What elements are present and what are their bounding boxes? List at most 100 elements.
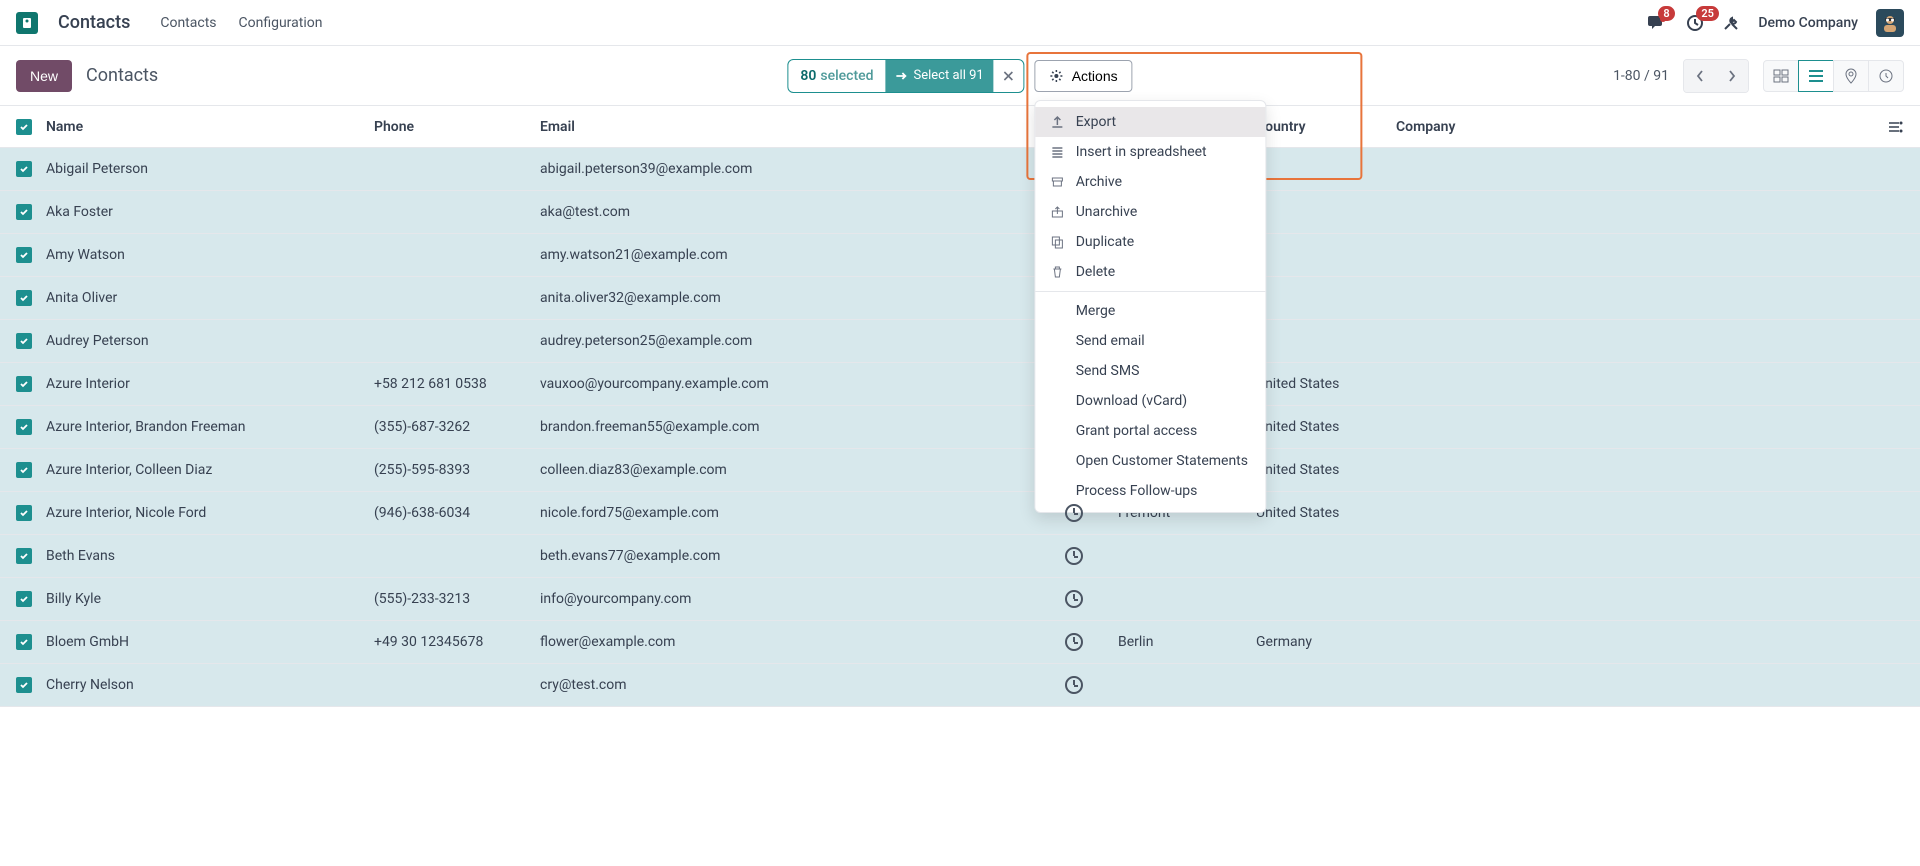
table-row[interactable]: Cherry Nelson cry@test.com: [0, 664, 1920, 707]
activity-clock-icon[interactable]: [1065, 504, 1083, 522]
app-title: Contacts: [58, 12, 130, 33]
row-checkbox[interactable]: [16, 290, 32, 306]
view-activity[interactable]: [1868, 60, 1904, 92]
cell-city: Berlin: [1118, 634, 1256, 650]
action-unarchive[interactable]: Unarchive: [1036, 197, 1266, 227]
table-row[interactable]: Azure Interior, Colleen Diaz (255)-595-8…: [0, 449, 1920, 492]
cell-name: Azure Interior, Colleen Diaz: [46, 462, 374, 478]
actions-dropdown: Export Insert in spreadsheet Archive Una…: [1035, 100, 1267, 513]
row-checkbox[interactable]: [16, 677, 32, 693]
selection-pill: 80selected Select all 91: [787, 59, 1024, 93]
row-checkbox[interactable]: [16, 548, 32, 564]
row-checkbox[interactable]: [16, 247, 32, 263]
app-logo[interactable]: [16, 12, 38, 34]
gear-icon: [1050, 69, 1064, 83]
action-send-email[interactable]: Send email: [1036, 326, 1266, 356]
action-archive[interactable]: Archive: [1036, 167, 1266, 197]
cell-email: anita.oliver32@example.com: [540, 290, 1030, 306]
action-duplicate[interactable]: Duplicate: [1036, 227, 1266, 257]
action-process-followups[interactable]: Process Follow-ups: [1036, 476, 1266, 506]
dropdown-separator: [1036, 291, 1266, 292]
cell-email: aka@test.com: [540, 204, 1030, 220]
activity-clock-icon[interactable]: [1065, 590, 1083, 608]
row-checkbox[interactable]: [16, 204, 32, 220]
row-checkbox[interactable]: [16, 634, 32, 650]
activity-clock-icon[interactable]: [1065, 676, 1083, 694]
table-row[interactable]: Aka Foster aka@test.com: [0, 191, 1920, 234]
company-name[interactable]: Demo Company: [1758, 15, 1858, 31]
clear-selection[interactable]: [994, 60, 1024, 92]
table-row[interactable]: Billy Kyle (555)-233-3213 info@yourcompa…: [0, 578, 1920, 621]
view-map[interactable]: [1833, 60, 1869, 92]
cell-name: Bloem GmbH: [46, 634, 374, 650]
nav-configuration[interactable]: Configuration: [239, 15, 323, 31]
pager-text[interactable]: 1-80 / 91: [1613, 68, 1669, 84]
pager-next[interactable]: [1716, 60, 1748, 92]
cell-name: Audrey Peterson: [46, 333, 374, 349]
row-checkbox[interactable]: [16, 333, 32, 349]
table-row[interactable]: Audrey Peterson audrey.peterson25@exampl…: [0, 320, 1920, 363]
archive-icon: [1050, 175, 1066, 189]
action-download-vcard[interactable]: Download (vCard): [1036, 386, 1266, 416]
row-checkbox[interactable]: [16, 419, 32, 435]
cell-phone: (255)-595-8393: [374, 462, 540, 478]
column-phone[interactable]: Phone: [374, 119, 540, 135]
cell-name: Azure Interior, Nicole Ford: [46, 505, 374, 521]
column-email[interactable]: Email: [540, 119, 1030, 135]
actions-button[interactable]: Actions: [1035, 60, 1133, 92]
avatar[interactable]: [1876, 9, 1904, 37]
table-row[interactable]: Beth Evans beth.evans77@example.com: [0, 535, 1920, 578]
cell-email: amy.watson21@example.com: [540, 247, 1030, 263]
export-icon: [1050, 115, 1066, 129]
breadcrumb: Contacts: [86, 65, 158, 86]
action-insert-spreadsheet[interactable]: Insert in spreadsheet: [1036, 137, 1266, 167]
row-checkbox[interactable]: [16, 161, 32, 177]
cell-email: flower@example.com: [540, 634, 1030, 650]
selection-count: 80selected: [788, 68, 885, 84]
cell-country: United States: [1256, 376, 1396, 392]
cell-email: vauxoo@yourcompany.example.com: [540, 376, 1030, 392]
cell-country: United States: [1256, 505, 1396, 521]
cell-email: cry@test.com: [540, 677, 1030, 693]
column-company[interactable]: Company: [1396, 119, 1874, 135]
column-country[interactable]: Country: [1256, 119, 1396, 135]
row-checkbox[interactable]: [16, 376, 32, 392]
cell-name: Aka Foster: [46, 204, 374, 220]
table-row[interactable]: Bloem GmbH +49 30 12345678 flower@exampl…: [0, 621, 1920, 664]
view-list[interactable]: [1798, 60, 1834, 92]
cell-email: audrey.peterson25@example.com: [540, 333, 1030, 349]
action-merge[interactable]: Merge: [1036, 296, 1266, 326]
table-row[interactable]: Azure Interior, Brandon Freeman (355)-68…: [0, 406, 1920, 449]
table-row[interactable]: Amy Watson amy.watson21@example.com: [0, 234, 1920, 277]
column-settings-icon[interactable]: [1874, 120, 1904, 134]
action-send-sms[interactable]: Send SMS: [1036, 356, 1266, 386]
table-row[interactable]: Anita Oliver anita.oliver32@example.com: [0, 277, 1920, 320]
row-checkbox[interactable]: [16, 505, 32, 521]
cell-country: Germany: [1256, 634, 1396, 650]
action-export[interactable]: Export: [1036, 107, 1266, 137]
action-open-statements[interactable]: Open Customer Statements: [1036, 446, 1266, 476]
column-name[interactable]: Name: [46, 119, 374, 135]
tools-icon[interactable]: [1722, 14, 1740, 32]
table-header: Name Phone Email City Country Company: [0, 106, 1920, 148]
activities-icon[interactable]: 25: [1686, 14, 1704, 32]
messages-icon[interactable]: 8: [1648, 14, 1668, 32]
row-checkbox[interactable]: [16, 591, 32, 607]
action-delete[interactable]: Delete: [1036, 257, 1266, 287]
cell-country: United States: [1256, 462, 1396, 478]
row-checkbox[interactable]: [16, 462, 32, 478]
activity-clock-icon[interactable]: [1065, 633, 1083, 651]
table-row[interactable]: Azure Interior +58 212 681 0538 vauxoo@y…: [0, 363, 1920, 406]
table-row[interactable]: Abigail Peterson abigail.peterson39@exam…: [0, 148, 1920, 191]
select-all-button[interactable]: Select all 91: [886, 60, 994, 92]
view-kanban[interactable]: [1763, 60, 1799, 92]
select-all-checkbox[interactable]: [16, 119, 32, 135]
pager-prev[interactable]: [1684, 60, 1716, 92]
duplicate-icon: [1050, 235, 1066, 249]
table-row[interactable]: Azure Interior, Nicole Ford (946)-638-60…: [0, 492, 1920, 535]
activity-clock-icon[interactable]: [1065, 547, 1083, 565]
action-grant-portal[interactable]: Grant portal access: [1036, 416, 1266, 446]
nav-contacts[interactable]: Contacts: [160, 15, 216, 31]
cell-name: Cherry Nelson: [46, 677, 374, 693]
new-button[interactable]: New: [16, 60, 72, 92]
